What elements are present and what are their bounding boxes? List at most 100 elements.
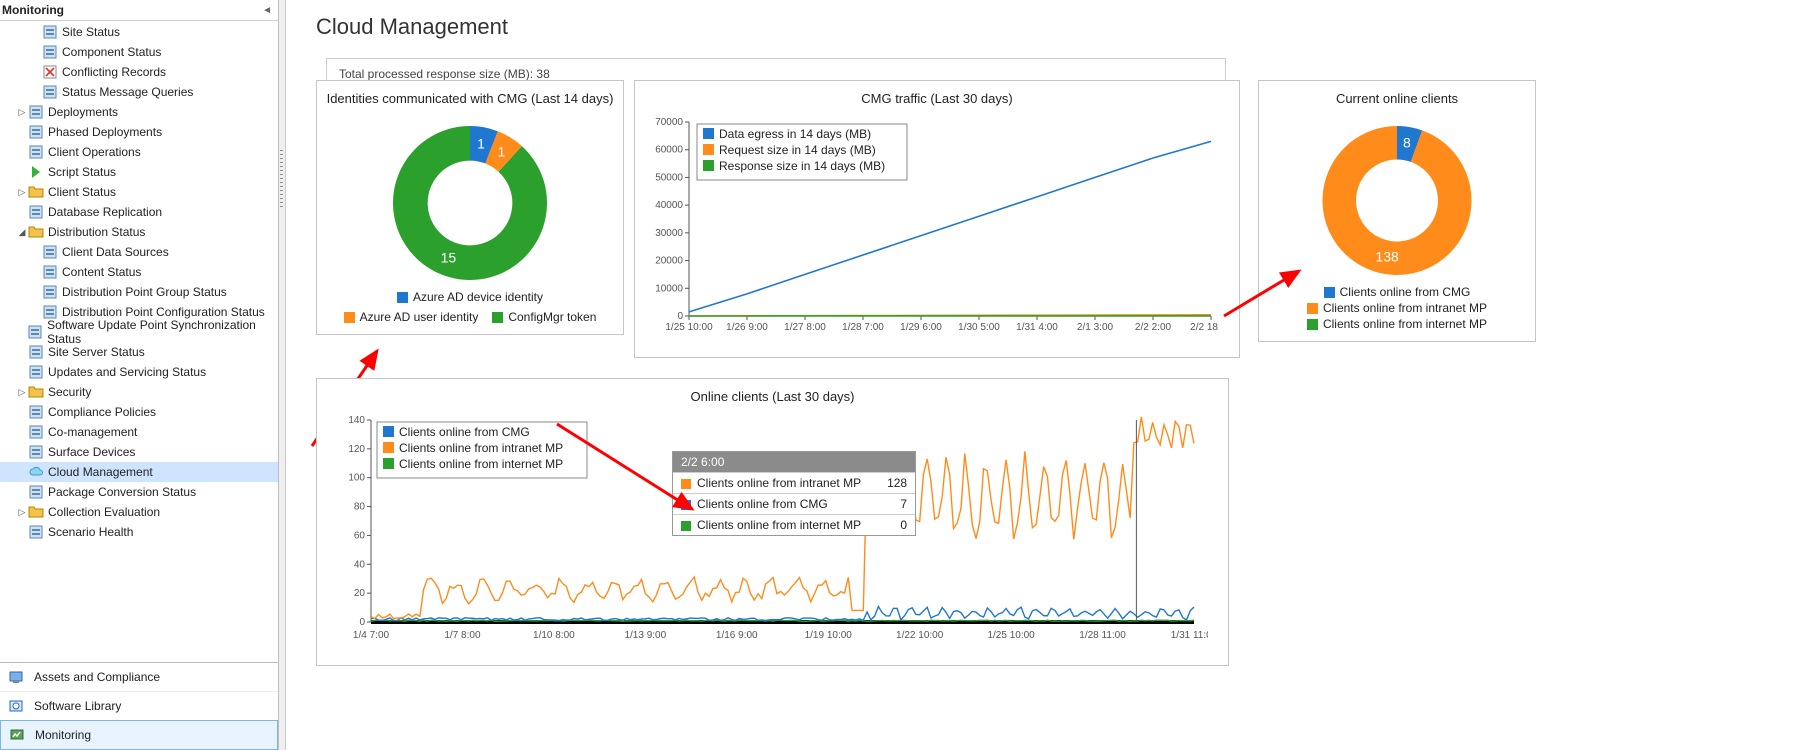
nav-item-status-message-queries[interactable]: Status Message Queries (0, 82, 278, 102)
workspace-software-library[interactable]: Software Library (0, 691, 278, 720)
svg-text:10000: 10000 (655, 283, 683, 294)
nav-item-distribution-point-group-status[interactable]: Distribution Point Group Status (0, 282, 278, 302)
nav-item-label: Software Update Point Synchronization St… (47, 318, 274, 346)
workspace-monitoring[interactable]: Monitoring (0, 720, 278, 750)
nav-item-updates-and-servicing-status[interactable]: Updates and Servicing Status (0, 362, 278, 382)
legend-item: Azure AD user identity (344, 310, 479, 324)
svg-text:100: 100 (348, 473, 365, 484)
svg-text:1: 1 (498, 143, 506, 159)
svg-text:1/30 5:00: 1/30 5:00 (958, 322, 1000, 333)
legend-label: Clients online from intranet MP (1323, 301, 1487, 315)
nav-item-cloud-management[interactable]: Cloud Management (0, 462, 278, 482)
nav-item-label: Scenario Health (48, 525, 133, 539)
component-status-icon (42, 44, 58, 60)
svg-text:50000: 50000 (655, 172, 683, 183)
tooltip-series-label: Clients online from internet MP (697, 518, 861, 532)
nav-item-database-replication[interactable]: Database Replication (0, 202, 278, 222)
nav-tree: Site Status Component Status Conflicting R… (0, 21, 278, 662)
nav-item-deployments[interactable]: ▷Deployments (0, 102, 278, 122)
nav-item-co-management[interactable]: Co-management (0, 422, 278, 442)
nav-item-label: Distribution Point Group Status (62, 285, 227, 299)
nav-item-label: Component Status (62, 45, 161, 59)
content-status-icon (42, 264, 58, 280)
tooltip-value: 7 (869, 494, 915, 515)
svg-text:1/4 7:00: 1/4 7:00 (353, 630, 390, 641)
workspace-label: Assets and Compliance (34, 670, 160, 684)
chart-tooltip: 2/2 6:00 Clients online from intranet MP… (672, 451, 916, 536)
nav-item-compliance-policies[interactable]: Compliance Policies (0, 402, 278, 422)
tree-expander-icon[interactable]: ◢ (16, 227, 28, 238)
tooltip-time: 2/2 6:00 (673, 452, 915, 472)
nav-item-package-conversion-status[interactable]: Package Conversion Status (0, 482, 278, 502)
workspace-assets-and-compliance[interactable]: Assets and Compliance (0, 663, 278, 691)
nav-item-distribution-status[interactable]: ◢Distribution Status (0, 222, 278, 242)
legend-item: Azure AD device identity (397, 290, 543, 304)
tooltip-series-label: Clients online from intranet MP (697, 476, 861, 490)
legend-swatch-icon (397, 292, 408, 303)
svg-text:1/13 9:00: 1/13 9:00 (624, 630, 666, 641)
legend-label: Clients online from CMG (1340, 285, 1471, 299)
tooltip-row: Clients online from internet MP0 (673, 515, 915, 536)
tooltip-swatch-icon (681, 479, 691, 489)
collapse-chevron-icon[interactable]: ◄ (262, 5, 272, 16)
main-content: Cloud Management Total processed respons… (286, 0, 1795, 750)
svg-text:2/2 2:00: 2/2 2:00 (1135, 322, 1172, 333)
nav-item-label: Co-management (48, 425, 137, 439)
card-identities-title: Identities communicated with CMG (Last 1… (325, 91, 615, 106)
workspace-switcher: Assets and Compliance Software LibraryMon… (0, 662, 278, 750)
nav-item-script-status[interactable]: Script Status (0, 162, 278, 182)
nav-item-client-operations[interactable]: Client Operations (0, 142, 278, 162)
nav-item-phased-deployments[interactable]: Phased Deployments (0, 122, 278, 142)
nav-item-label: Collection Evaluation (48, 505, 160, 519)
svg-text:Response size in 14 days (MB): Response size in 14 days (MB) (719, 159, 885, 173)
nav-item-site-status[interactable]: Site Status (0, 22, 278, 42)
identities-legend: Azure AD device identity Azure AD user id… (325, 284, 615, 324)
traffic-line-chart: 0100002000030000400005000060000700001/25… (643, 114, 1219, 344)
legend-swatch-icon (1307, 319, 1318, 330)
nav-item-conflicting-records[interactable]: Conflicting Records (0, 62, 278, 82)
identities-donut-chart: 11 15 (375, 114, 565, 284)
nav-item-collection-evaluation[interactable]: ▷ Collection Evaluation (0, 502, 278, 522)
nav-item-scenario-health[interactable]: Scenario Health (0, 522, 278, 542)
nav-item-security[interactable]: ▷Security (0, 382, 278, 402)
svg-text:15: 15 (441, 250, 457, 266)
card-online-title: Online clients (Last 30 days) (325, 389, 1220, 404)
status-messages-icon (42, 84, 58, 100)
nav-panel: Monitoring ◄ Site Status Component Status… (0, 0, 279, 750)
svg-text:60: 60 (354, 530, 366, 541)
tree-expander-icon[interactable]: ▷ (16, 187, 28, 198)
splitter[interactable] (279, 0, 286, 750)
svg-text:1/28 11:00: 1/28 11:00 (1079, 630, 1126, 641)
nav-item-surface-devices[interactable]: Surface Devices (0, 442, 278, 462)
nav-item-label: Distribution Point Configuration Status (62, 305, 265, 319)
nav-item-client-data-sources[interactable]: Client Data Sources (0, 242, 278, 262)
nav-item-component-status[interactable]: Component Status (0, 42, 278, 62)
surface-devices-icon (28, 444, 44, 460)
svg-text:138: 138 (1375, 248, 1399, 264)
svg-text:1: 1 (477, 135, 485, 151)
svg-text:30000: 30000 (655, 228, 683, 239)
tooltip-row: Clients online from CMG7 (673, 494, 915, 515)
cloud-management-icon (28, 464, 44, 480)
tree-expander-icon[interactable]: ▷ (16, 387, 28, 398)
legend-label: Clients online from internet MP (1323, 317, 1487, 331)
tree-expander-icon[interactable]: ▷ (16, 107, 28, 118)
ws-monitoring-icon (9, 727, 25, 743)
card-current-clients: Current online clients 8138 Clients onli… (1258, 80, 1536, 342)
nav-item-label: Phased Deployments (48, 125, 162, 139)
svg-text:Clients online from internet M: Clients online from internet MP (399, 457, 563, 471)
legend-label: Azure AD user identity (360, 310, 479, 324)
tree-expander-icon[interactable]: ▷ (16, 507, 28, 518)
site-status-icon (42, 24, 58, 40)
svg-text:Data egress in 14 days (MB): Data egress in 14 days (MB) (719, 127, 871, 141)
nav-item-content-status[interactable]: Content Status (0, 262, 278, 282)
svg-text:20000: 20000 (655, 256, 683, 267)
nav-item-label: Site Server Status (48, 345, 145, 359)
truncated-text: Total processed response size (MB): 38 (339, 67, 550, 81)
nav-item-client-status[interactable]: ▷Client Status (0, 182, 278, 202)
svg-text:1/25 10:00: 1/25 10:00 (665, 322, 713, 333)
ws-assets-icon (8, 669, 24, 685)
truncated-previous-card: Total processed response size (MB): 38 (326, 58, 1226, 81)
nav-item-software-update-point-synchronization-status[interactable]: Software Update Point Synchronization St… (0, 322, 278, 342)
nav-header[interactable]: Monitoring ◄ (0, 0, 278, 21)
